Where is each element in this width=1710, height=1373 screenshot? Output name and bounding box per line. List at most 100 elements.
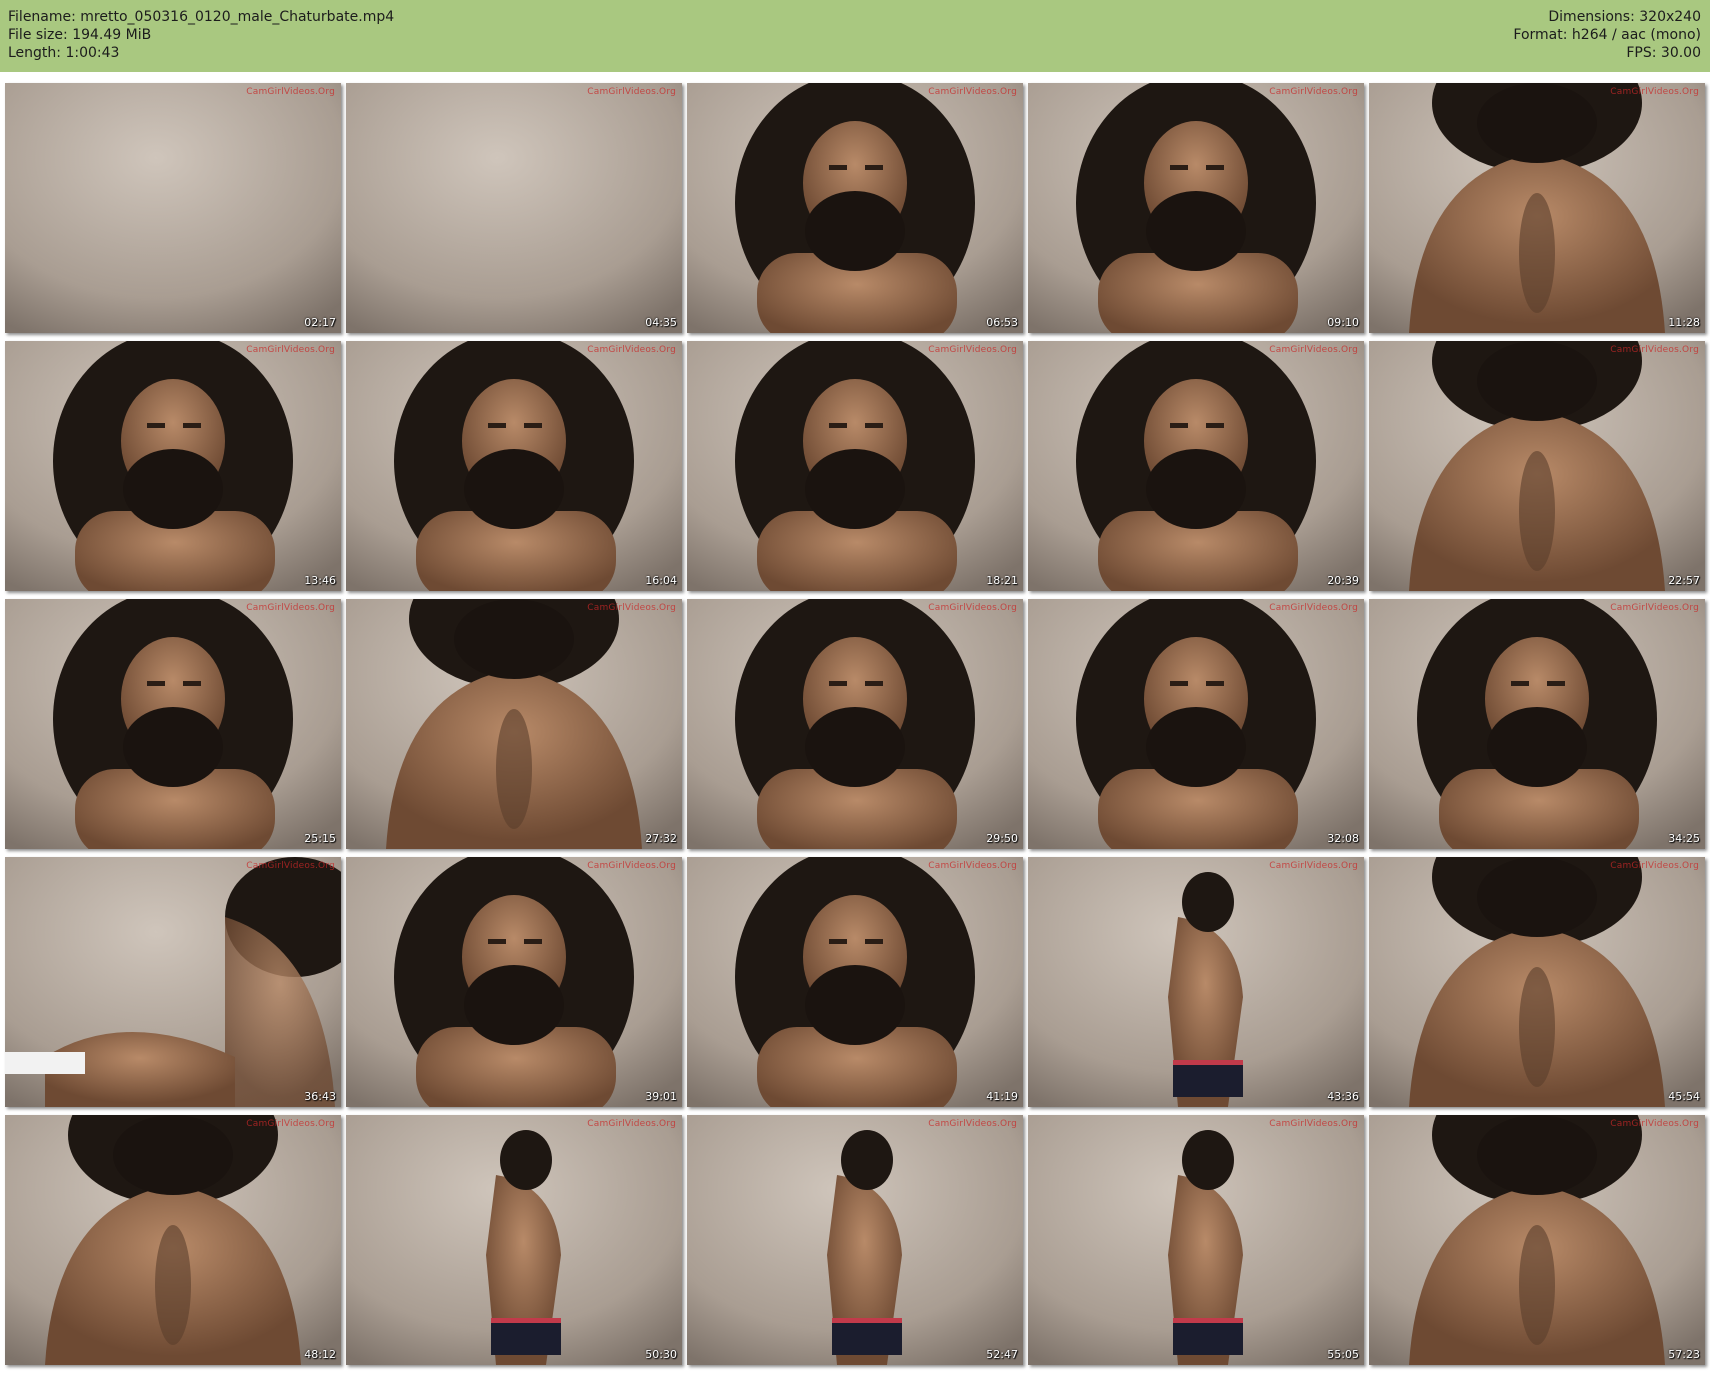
filename-text: Filename: mretto_050316_0120_male_Chatur… xyxy=(8,9,395,25)
video-thumbnail[interactable]: CamGirlVideos.Org 18:21 xyxy=(687,341,1023,591)
video-thumbnail[interactable]: CamGirlVideos.Org 04:35 xyxy=(346,83,682,333)
timestamp-label: 16:04 xyxy=(645,574,677,587)
video-thumbnail[interactable]: CamGirlVideos.Org 52:47 xyxy=(687,1115,1023,1365)
frame-image xyxy=(1369,83,1705,333)
video-thumbnail[interactable]: CamGirlVideos.Org 29:50 xyxy=(687,599,1023,849)
video-thumbnail[interactable]: CamGirlVideos.Org 43:36 xyxy=(1028,857,1364,1107)
frame-image xyxy=(346,1115,682,1365)
timestamp-label: 55:05 xyxy=(1327,1348,1359,1361)
watermark-text: CamGirlVideos.Org xyxy=(246,1119,335,1129)
watermark-text: CamGirlVideos.Org xyxy=(1269,1119,1358,1129)
frame-image xyxy=(1028,83,1364,333)
frame-image xyxy=(687,83,1023,333)
watermark-text: CamGirlVideos.Org xyxy=(587,861,676,871)
watermark-text: CamGirlVideos.Org xyxy=(587,603,676,613)
frame-image xyxy=(346,341,682,591)
timestamp-label: 36:43 xyxy=(304,1090,336,1103)
video-thumbnail[interactable]: CamGirlVideos.Org 27:32 xyxy=(346,599,682,849)
stream-info: Dimensions: 320x240 Format: h264 / aac (… xyxy=(1513,8,1701,62)
timestamp-label: 20:39 xyxy=(1327,574,1359,587)
video-thumbnail[interactable]: CamGirlVideos.Org 20:39 xyxy=(1028,341,1364,591)
watermark-text: CamGirlVideos.Org xyxy=(587,87,676,97)
video-thumbnail[interactable]: CamGirlVideos.Org 45:54 xyxy=(1369,857,1705,1107)
timestamp-label: 41:19 xyxy=(986,1090,1018,1103)
watermark-text: CamGirlVideos.Org xyxy=(246,87,335,97)
watermark-text: CamGirlVideos.Org xyxy=(246,861,335,871)
info-header: Filename: mretto_050316_0120_male_Chatur… xyxy=(0,0,1710,72)
watermark-text: CamGirlVideos.Org xyxy=(1269,87,1358,97)
watermark-text: CamGirlVideos.Org xyxy=(928,1119,1017,1129)
watermark-text: CamGirlVideos.Org xyxy=(1610,603,1699,613)
video-thumbnail[interactable]: CamGirlVideos.Org 16:04 xyxy=(346,341,682,591)
frame-image xyxy=(1369,599,1705,849)
video-thumbnail[interactable]: CamGirlVideos.Org 22:57 xyxy=(1369,341,1705,591)
frame-image xyxy=(5,599,341,849)
video-thumbnail[interactable]: CamGirlVideos.Org 48:12 xyxy=(5,1115,341,1365)
video-thumbnail[interactable]: CamGirlVideos.Org 32:08 xyxy=(1028,599,1364,849)
watermark-text: CamGirlVideos.Org xyxy=(1610,87,1699,97)
frame-image xyxy=(1028,341,1364,591)
format-text: Format: h264 / aac (mono) xyxy=(1513,27,1701,43)
watermark-text: CamGirlVideos.Org xyxy=(1610,345,1699,355)
timestamp-label: 43:36 xyxy=(1327,1090,1359,1103)
watermark-text: CamGirlVideos.Org xyxy=(246,603,335,613)
frame-image xyxy=(346,83,682,333)
watermark-text: CamGirlVideos.Org xyxy=(928,861,1017,871)
video-thumbnail[interactable]: CamGirlVideos.Org 57:23 xyxy=(1369,1115,1705,1365)
file-info: Filename: mretto_050316_0120_male_Chatur… xyxy=(8,8,394,62)
frame-image xyxy=(687,341,1023,591)
watermark-text: CamGirlVideos.Org xyxy=(1269,603,1358,613)
video-thumbnail[interactable]: CamGirlVideos.Org 34:25 xyxy=(1369,599,1705,849)
frame-image xyxy=(1369,1115,1705,1365)
thumbnail-grid: CamGirlVideos.Org 02:17 CamGirlVideos.Org… xyxy=(5,83,1705,1365)
watermark-text: CamGirlVideos.Org xyxy=(928,603,1017,613)
timestamp-label: 32:08 xyxy=(1327,832,1359,845)
frame-image xyxy=(1369,857,1705,1107)
watermark-text: CamGirlVideos.Org xyxy=(1269,861,1358,871)
frame-image xyxy=(1028,857,1364,1107)
fps-text: FPS: 30.00 xyxy=(1626,45,1701,61)
length-text: Length: 1:00:43 xyxy=(8,45,120,61)
video-thumbnail[interactable]: CamGirlVideos.Org 06:53 xyxy=(687,83,1023,333)
timestamp-label: 48:12 xyxy=(304,1348,336,1361)
frame-image xyxy=(687,599,1023,849)
timestamp-label: 13:46 xyxy=(304,574,336,587)
watermark-text: CamGirlVideos.Org xyxy=(587,345,676,355)
file-size-text: File size: 194.49 MiB xyxy=(8,27,152,43)
video-thumbnail[interactable]: CamGirlVideos.Org 11:28 xyxy=(1369,83,1705,333)
video-thumbnail[interactable]: CamGirlVideos.Org 09:10 xyxy=(1028,83,1364,333)
timestamp-label: 18:21 xyxy=(986,574,1018,587)
timestamp-label: 29:50 xyxy=(986,832,1018,845)
watermark-text: CamGirlVideos.Org xyxy=(246,345,335,355)
timestamp-label: 02:17 xyxy=(304,316,336,329)
video-thumbnail[interactable]: CamGirlVideos.Org 25:15 xyxy=(5,599,341,849)
video-thumbnail[interactable]: CamGirlVideos.Org 55:05 xyxy=(1028,1115,1364,1365)
watermark-text: CamGirlVideos.Org xyxy=(1269,345,1358,355)
watermark-text: CamGirlVideos.Org xyxy=(928,345,1017,355)
timestamp-label: 39:01 xyxy=(645,1090,677,1103)
frame-image xyxy=(5,341,341,591)
timestamp-label: 50:30 xyxy=(645,1348,677,1361)
timestamp-label: 22:57 xyxy=(1668,574,1700,587)
timestamp-label: 52:47 xyxy=(986,1348,1018,1361)
dimensions-text: Dimensions: 320x240 xyxy=(1548,9,1701,25)
timestamp-label: 11:28 xyxy=(1668,316,1700,329)
video-thumbnail[interactable]: CamGirlVideos.Org 41:19 xyxy=(687,857,1023,1107)
frame-image xyxy=(5,1115,341,1365)
video-thumbnail[interactable]: CamGirlVideos.Org 13:46 xyxy=(5,341,341,591)
frame-image xyxy=(346,857,682,1107)
video-thumbnail[interactable]: CamGirlVideos.Org 02:17 xyxy=(5,83,341,333)
frame-image xyxy=(5,83,341,333)
frame-image xyxy=(687,1115,1023,1365)
video-thumbnail[interactable]: CamGirlVideos.Org 50:30 xyxy=(346,1115,682,1365)
frame-image xyxy=(687,857,1023,1107)
watermark-text: CamGirlVideos.Org xyxy=(928,87,1017,97)
frame-image xyxy=(5,857,341,1107)
timestamp-label: 04:35 xyxy=(645,316,677,329)
video-thumbnail[interactable]: CamGirlVideos.Org 39:01 xyxy=(346,857,682,1107)
timestamp-label: 09:10 xyxy=(1327,316,1359,329)
frame-image xyxy=(1369,341,1705,591)
watermark-text: CamGirlVideos.Org xyxy=(1610,861,1699,871)
timestamp-label: 45:54 xyxy=(1668,1090,1700,1103)
video-thumbnail[interactable]: CamGirlVideos.Org 36:43 xyxy=(5,857,341,1107)
